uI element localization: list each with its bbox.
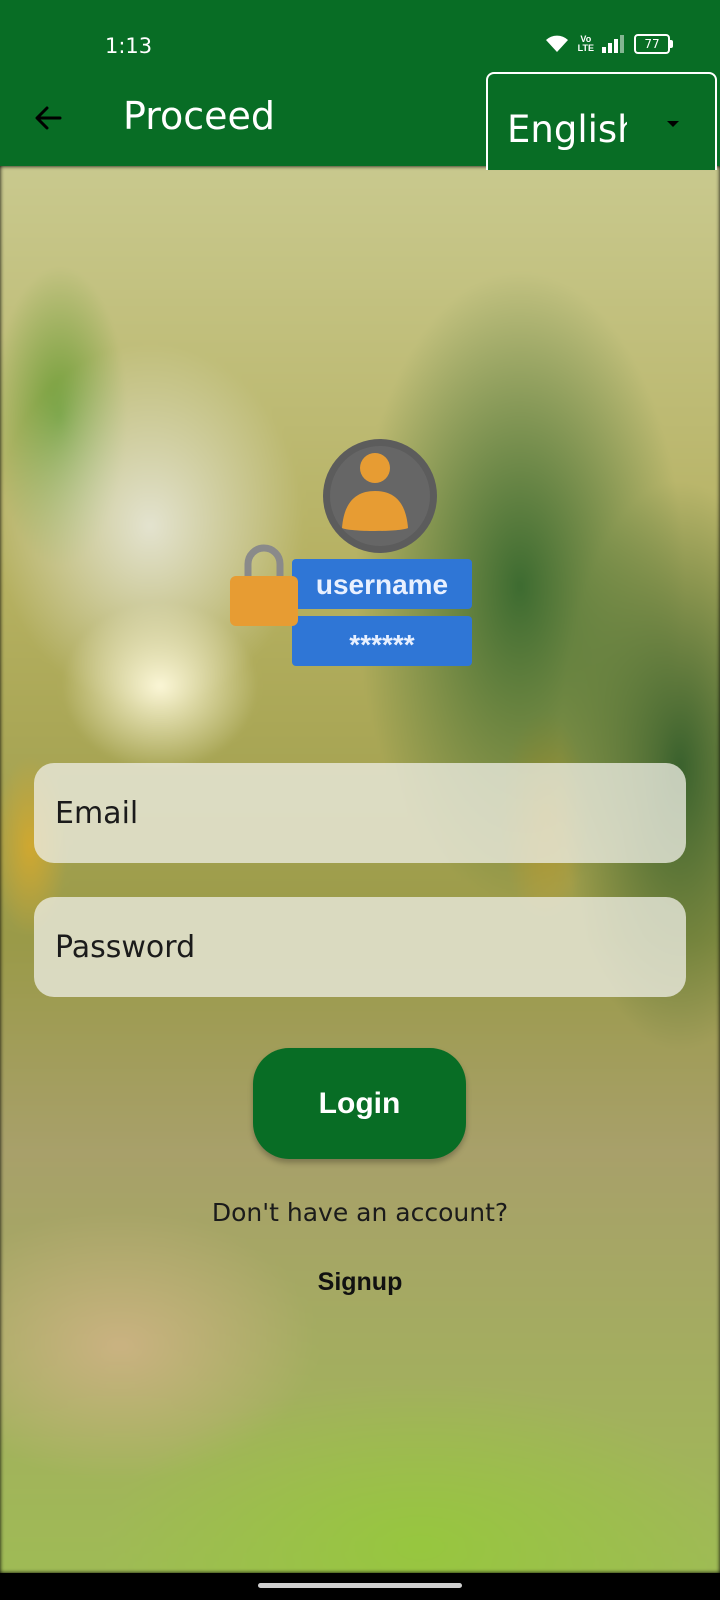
login-button[interactable]: Login xyxy=(253,1048,466,1159)
email-field[interactable]: Email xyxy=(34,763,686,863)
illustration-password-mask: ****** xyxy=(349,629,414,660)
status-bar: 1:13 Vo LTE 77 xyxy=(0,0,720,76)
app-bar: Proceed English xyxy=(0,72,720,170)
system-nav-bar xyxy=(0,1573,720,1600)
arrow-left-icon xyxy=(35,106,62,130)
status-icons: Vo LTE 77 xyxy=(544,34,673,54)
no-account-text: Don't have an account? xyxy=(211,1198,509,1227)
language-dropdown[interactable]: English xyxy=(486,72,717,170)
battery-icon: 77 xyxy=(634,34,673,54)
home-gesture-handle[interactable] xyxy=(258,1583,462,1588)
volte-indicator: Vo LTE xyxy=(577,34,594,53)
back-button[interactable] xyxy=(26,96,70,140)
caret-down-icon xyxy=(667,121,679,127)
signup-link[interactable]: Signup xyxy=(300,1268,420,1297)
padlock-icon xyxy=(230,544,298,626)
page-title: Proceed xyxy=(123,94,276,138)
language-selected-value: English xyxy=(507,108,627,151)
login-illustration: username ****** xyxy=(230,436,490,676)
wifi-icon xyxy=(544,34,570,54)
password-field[interactable]: Password xyxy=(34,897,686,997)
blurred-nature-background xyxy=(0,166,720,1573)
illustration-username-text: username xyxy=(316,569,448,600)
status-time: 1:13 xyxy=(105,34,153,58)
signal-icon xyxy=(602,35,626,53)
user-icon xyxy=(323,439,437,553)
